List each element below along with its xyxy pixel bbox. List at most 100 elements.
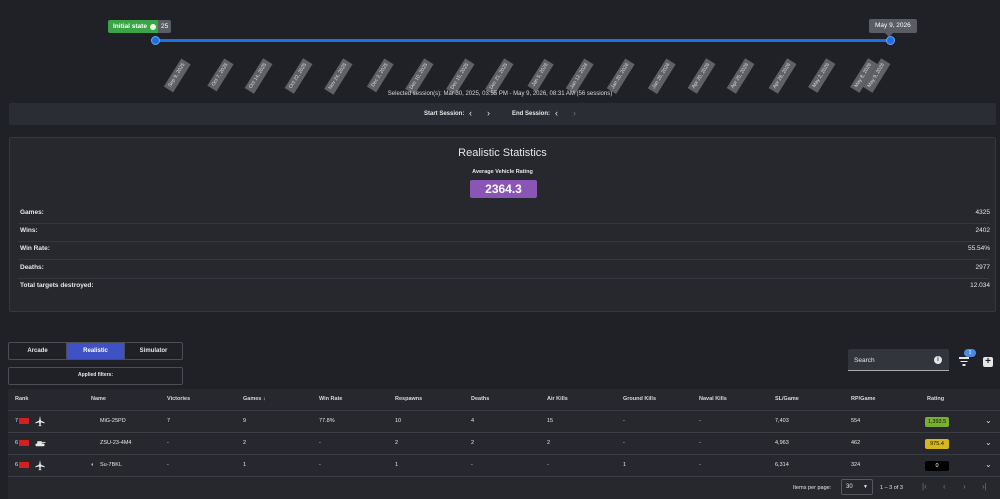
statistics-title: Realistic Statistics (458, 147, 547, 159)
col-rp-game[interactable]: RP/Game (851, 396, 875, 402)
timeline-end-handle[interactable] (886, 36, 895, 45)
timeline-track[interactable] (155, 39, 891, 42)
search-field[interactable]: i (848, 349, 949, 371)
cell-naval-kills: - (699, 418, 701, 424)
end-session-next-button[interactable]: › (573, 108, 576, 118)
col-rank[interactable]: Rank (15, 396, 28, 402)
stat-row-win-rate: Win Rate: 55.54% (18, 242, 990, 260)
cell-victories: - (167, 462, 169, 468)
filter-icon[interactable] (958, 356, 970, 366)
jet-icon (34, 416, 46, 427)
cell-ground-kills: 1 (623, 462, 627, 468)
col-games[interactable]: Games ↓ (243, 396, 266, 402)
vehicle-table: Rank Name Victories Games ↓ Win Rate Res… (8, 389, 1000, 499)
stat-label: Win Rate: (20, 245, 50, 252)
stat-label: Games: (20, 209, 44, 216)
table-header: Rank Name Victories Games ↓ Win Rate Res… (8, 389, 1000, 411)
info-icon[interactable]: i (934, 356, 942, 364)
vehicle-name: ZSU-23-4M4 (100, 440, 132, 446)
cell-win-rate: - (319, 462, 321, 468)
cell-naval-kills: - (699, 440, 701, 446)
vehicle-name: Su-7BKL (100, 462, 123, 468)
col-respawns[interactable]: Respawns (395, 396, 422, 402)
cell-naval-kills: - (699, 462, 701, 468)
previous-page-icon[interactable]: ‹ (943, 482, 946, 491)
end-session-prev-button[interactable]: ‹ (555, 108, 558, 118)
next-page-icon[interactable]: › (963, 482, 966, 491)
timeline-tick-label: Jan 26, 2026 (647, 58, 676, 95)
stat-label: Wins: (20, 227, 38, 234)
col-deaths[interactable]: Deaths (471, 396, 489, 402)
stat-row-targets-destroyed: Total targets destroyed: 12.034 (18, 279, 990, 297)
average-rating-label: Average Vehicle Rating (472, 169, 533, 175)
timeline-tick-label: Apr 25, 2026 (726, 58, 755, 94)
timeline-tick-label: Oct 7, 2025 (207, 58, 234, 92)
table-row[interactable]: 6 Su-7BKL - 1 - 1 - - 1 - 6,314 324 0 ⌄ ◐ (8, 455, 1000, 477)
mode-arcade-button[interactable]: Arcade (9, 343, 67, 359)
stat-value: 55.54% (967, 245, 990, 252)
nation-flag-icon (19, 462, 30, 468)
cell-rp-game: 324 (851, 462, 861, 468)
last-page-icon[interactable]: ›| (982, 482, 987, 491)
add-button[interactable]: + (983, 357, 993, 367)
timeline-tick-label: Jan 5, 2026 (527, 58, 554, 92)
cell-sl-game: 7,403 (775, 418, 789, 424)
rank-cell: 6 (15, 462, 30, 468)
col-sl-game[interactable]: SL/Game (775, 396, 799, 402)
stat-row-wins: Wins: 2402 (18, 224, 990, 242)
table-paginator: Items per page: 30 ▼ 1 – 3 of 3 |‹ ‹ › ›| (8, 477, 1000, 499)
page-range-label: 1 – 3 of 3 (880, 485, 903, 491)
rank-value: 6 (15, 462, 19, 468)
vehicle-name: MiG-25PD (100, 418, 126, 424)
timeline-tick-label: Nov 24, 2025 (324, 58, 353, 95)
applied-filters-box: Applied filters: (8, 367, 183, 385)
stat-value: 12.034 (970, 282, 990, 289)
cell-deaths: - (471, 462, 473, 468)
start-session-next-button[interactable]: › (487, 108, 490, 118)
col-victories[interactable]: Victories (167, 396, 190, 402)
nation-flag-icon (19, 440, 30, 446)
expand-chevron-icon[interactable]: ⌄ (985, 416, 992, 425)
col-win-rate[interactable]: Win Rate (319, 396, 342, 402)
cell-sl-game: 4,963 (775, 440, 789, 446)
timeline-tick-label: May 2, 2026 (808, 58, 836, 93)
items-per-page-select[interactable]: 30 ▼ (841, 479, 873, 495)
col-naval-kills[interactable]: Naval Kills (699, 396, 727, 402)
search-input[interactable] (854, 354, 934, 366)
stat-value: 4325 (975, 209, 990, 216)
start-tooltip-label: Initial state (113, 23, 147, 30)
mode-simulator-button[interactable]: Simulator (125, 343, 182, 359)
col-rating[interactable]: Rating (927, 396, 944, 402)
timeline-tick-label: Oct 14, 2025 (244, 58, 273, 94)
table-row[interactable]: 7 MiG-25PD 7 9 77.8% 10 4 15 - - 7,403 554 1,393.5 ⌄ (8, 411, 1000, 433)
filter-count-badge: 1 (964, 349, 976, 357)
jet-icon (34, 460, 46, 471)
rank-value: 6 (15, 440, 19, 446)
items-per-page-label: Items per page: (793, 485, 832, 491)
cell-win-rate: - (319, 440, 321, 446)
col-name[interactable]: Name (91, 396, 106, 402)
timeline-tick-label: Apr 20, 2026 (687, 58, 716, 94)
cell-air-kills: - (547, 462, 549, 468)
timeline-tick-label: Dec 10, 2025 (405, 58, 434, 95)
timeline-tick-label: Jan 12, 2026 (565, 58, 594, 95)
start-session-prev-button[interactable]: ‹ (469, 108, 472, 118)
first-page-icon[interactable]: |‹ (922, 482, 927, 491)
cell-respawns: 10 (395, 418, 402, 424)
expand-chevron-icon[interactable]: ⌄ (985, 438, 992, 447)
col-air-kills[interactable]: Air Kills (547, 396, 568, 402)
session-timeline: Initial state 25 May 9, 2026 Sep 9, 2025… (0, 0, 1000, 100)
cell-ground-kills: - (623, 418, 625, 424)
cell-victories: 7 (167, 418, 171, 424)
col-ground-kills[interactable]: Ground Kills (623, 396, 656, 402)
rating-badge: 0 (925, 461, 949, 471)
rank-value: 7 (15, 418, 19, 424)
timeline-tick-label: Oct 22, 2025 (284, 58, 313, 94)
cell-air-kills: 15 (547, 418, 554, 424)
premium-icon: ◐ (91, 462, 95, 468)
mode-realistic-button[interactable]: Realistic (67, 343, 125, 359)
applied-filters-label: Applied filters: (77, 372, 113, 378)
timeline-start-handle[interactable] (151, 36, 160, 45)
expand-chevron-icon[interactable]: ⌄ (985, 460, 992, 469)
table-row[interactable]: 6 ZSU-23-4M4 - 2 - 2 2 2 - - 4,963 462 975.4 ⌄ (8, 433, 1000, 455)
